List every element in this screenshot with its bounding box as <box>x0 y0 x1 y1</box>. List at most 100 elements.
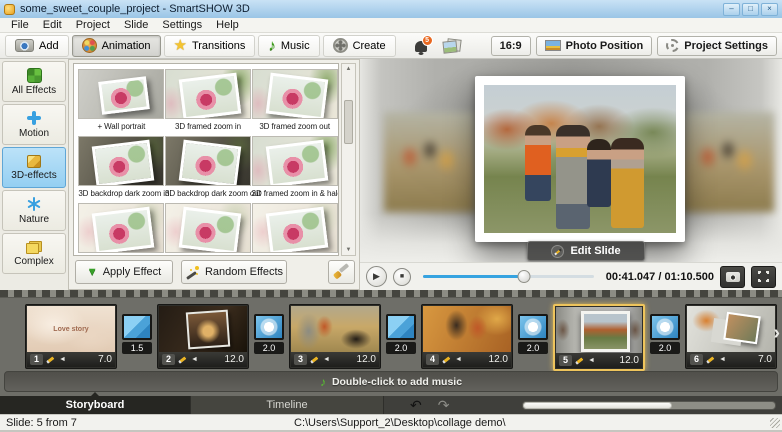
tab-timeline[interactable]: Timeline <box>190 396 384 414</box>
scrollbar-thumb[interactable] <box>523 402 672 409</box>
category-3d-effects[interactable]: 3D-effects <box>2 147 66 188</box>
music-track-bar[interactable]: ♪ Double-click to add music <box>4 371 778 392</box>
slide-duration: 12.0 <box>225 354 244 365</box>
scrollbar-thumb[interactable] <box>344 100 353 144</box>
transition-1[interactable]: 1.5 <box>122 314 152 354</box>
effect-item[interactable]: 3D framed zoom in <box>165 69 251 136</box>
fullscreen-button[interactable] <box>751 266 776 288</box>
slide-number: 6 <box>690 354 703 365</box>
star-icon: ★ <box>174 38 187 53</box>
tab-storyboard[interactable]: Storyboard <box>0 396 190 414</box>
stop-button[interactable]: ■ <box>393 268 411 286</box>
effect-item[interactable]: + Wall portrait <box>78 69 164 136</box>
tab-create[interactable]: Create <box>323 35 396 57</box>
transition-4[interactable]: 2.0 <box>518 314 548 354</box>
seek-slider[interactable] <box>423 269 594 284</box>
pencil-icon[interactable] <box>46 355 56 364</box>
maximize-button[interactable]: □ <box>742 3 759 16</box>
slide-number: 5 <box>559 355 572 366</box>
pencil-icon[interactable] <box>706 355 716 364</box>
audio-icon[interactable]: ◄ <box>59 355 66 365</box>
music-note-icon: ♪ <box>268 38 276 53</box>
effect-item[interactable]: 3D framed zoom out & halo <box>78 203 164 256</box>
effect-item[interactable]: 3D backdrop dark zoom out <box>165 136 251 203</box>
slide-1[interactable]: Love story 1 ◄ 7.0 <box>25 304 117 369</box>
category-complex[interactable]: Complex <box>2 233 66 274</box>
play-button[interactable]: ▶ <box>366 266 387 287</box>
playback-bar: ▶ ■ 00:41.047 / 01:10.500 <box>360 262 782 290</box>
undo-icon[interactable]: ↶ <box>410 398 422 412</box>
effect-item[interactable]: 3D framed zoom out <box>252 69 338 136</box>
audio-icon[interactable]: ◄ <box>323 355 330 365</box>
slide-number: 3 <box>294 354 307 365</box>
transition-3[interactable]: 2.0 <box>386 314 416 354</box>
edit-slide-label: Edit Slide <box>570 245 620 257</box>
effect-item[interactable]: 3D framed zoom in & halo <box>252 136 338 203</box>
close-button[interactable]: × <box>761 3 778 16</box>
edit-slide-button[interactable]: Edit Slide <box>527 241 645 261</box>
effects-scrollbar[interactable]: ▲ ▼ <box>341 63 356 256</box>
menu-file[interactable]: File <box>4 19 36 31</box>
tab-animation[interactable]: Animation <box>72 35 161 57</box>
pencil-icon[interactable] <box>442 355 452 364</box>
effect-item[interactable]: 3D backdrop dark zoom in <box>78 136 164 203</box>
slide-5[interactable]: 5 ◄ 12.0 <box>553 304 645 371</box>
category-all-effects[interactable]: All Effects <box>2 61 66 102</box>
tab-music[interactable]: ♪ Music <box>258 35 319 57</box>
slide-6[interactable]: 6 ◄ 7.0 <box>685 304 777 369</box>
photos-icon[interactable] <box>443 39 461 53</box>
effect-categories-sidebar: All Effects Motion 3D-effects Nature Com… <box>2 61 66 276</box>
scroll-up-icon[interactable]: ▲ <box>342 66 355 72</box>
scroll-right-icon[interactable]: › <box>773 322 780 345</box>
slide-2[interactable]: 2 ◄ 12.0 <box>157 304 249 369</box>
audio-icon[interactable]: ◄ <box>191 355 198 365</box>
redo-icon[interactable]: ↷ <box>438 398 450 412</box>
slides-row: Love story 1 ◄ 7.0 1.5 2 ◄ <box>0 298 782 371</box>
menu-edit[interactable]: Edit <box>36 19 69 31</box>
apply-effect-label: Apply Effect <box>103 266 162 278</box>
slide-3[interactable]: 3 ◄ 12.0 <box>289 304 381 369</box>
audio-icon[interactable]: ◄ <box>455 355 462 365</box>
project-settings-button[interactable]: Project Settings <box>657 36 777 56</box>
tab-add[interactable]: Add <box>5 35 69 57</box>
snapshot-button[interactable] <box>720 266 745 288</box>
previous-slide-blur <box>384 112 476 212</box>
resize-grip[interactable] <box>770 418 780 428</box>
apply-effect-button[interactable]: ▼ Apply Effect <box>75 260 173 284</box>
transition-5[interactable]: 2.0 <box>650 314 680 354</box>
effect-thumbnail <box>252 136 338 186</box>
effect-item[interactable]: 3D backdrop light zoom in <box>165 203 251 256</box>
cube-icon <box>27 155 41 168</box>
brush-button[interactable] <box>328 260 355 284</box>
audio-icon[interactable]: ◄ <box>588 356 595 366</box>
minimize-button[interactable]: – <box>723 3 740 16</box>
pencil-icon[interactable] <box>310 355 320 364</box>
aspect-ratio-button[interactable]: 16:9 <box>491 36 531 56</box>
effect-item[interactable]: 3D backdrop light zoom out <box>252 203 338 256</box>
palette-icon <box>82 38 97 53</box>
timeline-scrollbar[interactable] <box>522 401 776 410</box>
category-motion[interactable]: Motion <box>2 104 66 145</box>
pencil-icon[interactable] <box>575 356 585 365</box>
menu-project[interactable]: Project <box>69 19 117 31</box>
slide-4[interactable]: 4 ◄ 12.0 <box>421 304 513 369</box>
category-label: Nature <box>19 214 49 225</box>
transition-duration: 2.0 <box>254 342 284 354</box>
random-effects-button[interactable]: Random Effects <box>181 260 287 284</box>
effect-thumbnail <box>252 69 338 119</box>
menu-settings[interactable]: Settings <box>155 19 209 31</box>
seek-thumb[interactable] <box>517 270 530 283</box>
menu-help[interactable]: Help <box>209 19 246 31</box>
apply-arrow-icon: ▼ <box>87 266 98 278</box>
scroll-down-icon[interactable]: ▼ <box>342 247 355 253</box>
gear-icon <box>666 39 679 52</box>
menu-slide[interactable]: Slide <box>117 19 155 31</box>
camera-icon <box>726 272 740 282</box>
photo-position-button[interactable]: Photo Position <box>536 36 653 56</box>
audio-icon[interactable]: ◄ <box>719 355 726 365</box>
transition-2[interactable]: 2.0 <box>254 314 284 354</box>
notifications-button[interactable]: 5 <box>411 37 431 55</box>
category-nature[interactable]: Nature <box>2 190 66 231</box>
tab-transitions[interactable]: ★ Transitions <box>164 35 256 57</box>
pencil-icon[interactable] <box>178 355 188 364</box>
